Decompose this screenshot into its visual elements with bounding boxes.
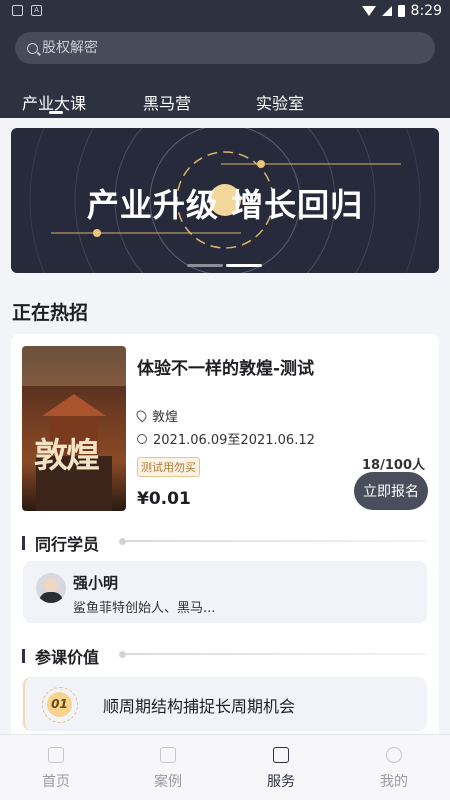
course-card[interactable]: 敦煌 体验不一样的敦煌-测试 敦煌 2021.06.09至2021.06.12 …: [11, 334, 439, 754]
bottom-navigation: 首页 案例 服务 我的: [0, 734, 450, 800]
tab-dark-horse-camp[interactable]: 黑马营: [143, 90, 191, 114]
active-tab-indicator: [49, 111, 63, 114]
banner-pagination: [187, 264, 262, 267]
avatar: [36, 573, 66, 603]
number-badge: 01: [42, 687, 78, 723]
nav-label-home: 首页: [42, 774, 70, 790]
battery-icon: [397, 5, 405, 17]
enrolled-count: 18/100人: [362, 458, 425, 473]
value-text: 顺周期结构捕捉长周期机会: [103, 697, 296, 716]
value-title: 参课价值: [35, 648, 100, 667]
badge-number: 01: [47, 692, 72, 717]
value-heading: 参课价值: [22, 644, 99, 668]
course-title[interactable]: 体验不一样的敦煌-测试: [137, 354, 314, 379]
nav-item-cases[interactable]: 案例: [112, 735, 224, 800]
search-icon: [27, 42, 38, 54]
section-title-hot: 正在热招: [12, 302, 89, 324]
nav-item-service[interactable]: 服务: [225, 735, 337, 800]
location-pin-icon: [134, 408, 149, 423]
nav-label-service: 服务: [267, 774, 295, 790]
peers-heading: 同行学员: [22, 531, 99, 555]
course-poster[interactable]: 敦煌: [22, 346, 126, 511]
course-tag: 测试用勿买: [137, 457, 200, 477]
peer-description: 鲨鱼菲特创始人、黑马...: [73, 601, 216, 616]
nav-item-profile[interactable]: 我的: [338, 735, 450, 800]
heading-divider: [126, 540, 426, 542]
clock-icon: [137, 433, 147, 444]
peers-title: 同行学员: [35, 535, 100, 554]
heading-divider: [126, 653, 426, 655]
category-tabs: 产业大课 黑马营 实验室: [0, 88, 450, 118]
heading-dot: [119, 651, 126, 658]
nav-label-profile: 我的: [380, 774, 408, 790]
service-icon: [273, 747, 289, 763]
peer-name: 强小明: [73, 574, 119, 592]
heading-dot: [119, 538, 126, 545]
banner-dot: [187, 264, 223, 267]
tab-laboratory[interactable]: 实验室: [256, 90, 304, 114]
profile-icon: [386, 747, 402, 763]
status-time: 8:29: [410, 3, 442, 19]
date-range-text: 2021.06.09至2021.06.12: [153, 433, 315, 448]
location-text: 敦煌: [152, 410, 179, 425]
heading-accent-bar: [22, 649, 25, 663]
search-input[interactable]: [42, 40, 402, 56]
search-bar[interactable]: [15, 32, 435, 64]
nav-label-cases: 案例: [154, 774, 182, 790]
status-bar: A 8:29: [0, 0, 450, 24]
poster-title: 敦煌: [34, 436, 100, 476]
banner-dot-active: [226, 264, 262, 267]
wifi-icon: [361, 6, 376, 16]
app-notification-icon: A: [31, 5, 42, 16]
case-icon: [160, 747, 176, 763]
home-icon: [48, 747, 64, 763]
course-dates: 2021.06.09至2021.06.12: [137, 429, 315, 448]
signal-icon: [381, 6, 392, 16]
heading-accent-bar: [22, 536, 25, 550]
enroll-button[interactable]: 立即报名: [354, 472, 428, 510]
peer-card[interactable]: 强小明 鲨鱼菲特创始人、黑马...: [23, 561, 427, 623]
course-location: 敦煌: [134, 406, 179, 425]
banner-title: 产业升级 增长回归: [86, 186, 364, 224]
promo-banner[interactable]: 产业升级 增长回归: [11, 128, 439, 273]
value-list-item: 01 顺周期结构捕捉长周期机会: [23, 677, 427, 731]
course-price: ¥0.01: [137, 489, 191, 509]
shield-icon: [12, 5, 23, 16]
nav-item-home[interactable]: 首页: [0, 735, 112, 800]
top-header: A 8:29 产业大课 黑马营 实验室: [0, 0, 450, 118]
